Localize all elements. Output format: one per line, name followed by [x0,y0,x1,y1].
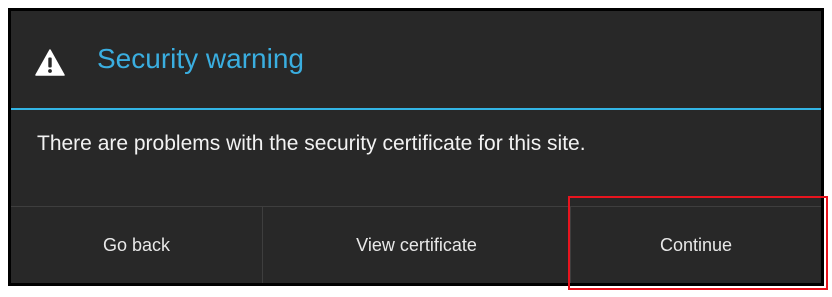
dialog-header: Security warning [11,11,821,108]
warning-triangle-icon [35,49,65,76]
dialog-title: Security warning [97,43,304,74]
continue-button[interactable]: Continue [571,207,821,283]
dialog-message: There are problems with the security cer… [37,132,586,155]
security-warning-dialog: Security warning There are problems with… [8,8,824,286]
dialog-button-bar: Go back View certificate Continue [11,206,821,283]
go-back-button[interactable]: Go back [11,207,263,283]
header-divider [11,108,821,110]
view-certificate-button[interactable]: View certificate [263,207,571,283]
